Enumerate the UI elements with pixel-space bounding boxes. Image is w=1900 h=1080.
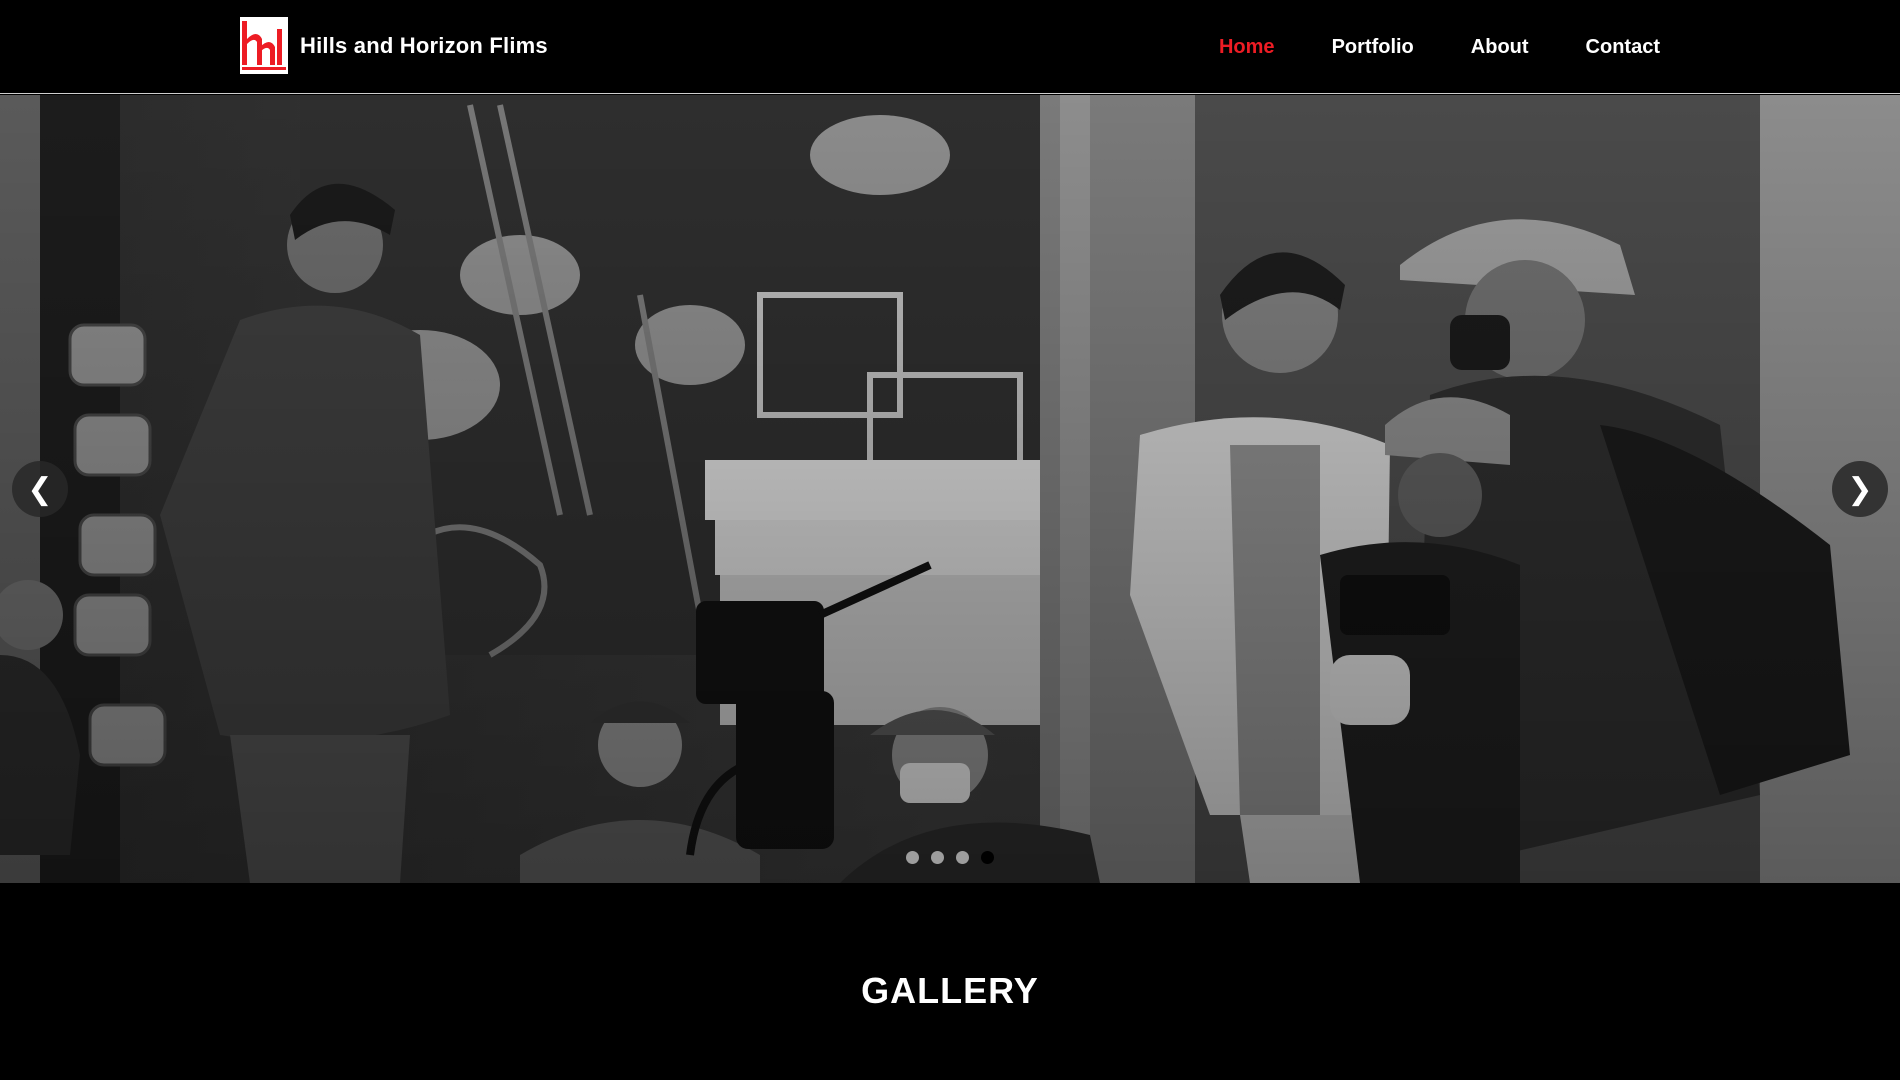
- hero-carousel: ❮ ❯: [0, 95, 1900, 883]
- top-navbar: Hills and Horizon Flims Home Portfolio A…: [0, 0, 1900, 94]
- carousel-next-button[interactable]: ❯: [1832, 461, 1888, 517]
- carousel-indicators: [0, 851, 1900, 864]
- carousel-indicator-4[interactable]: [981, 851, 994, 864]
- carousel-indicator-2[interactable]: [931, 851, 944, 864]
- carousel-indicator-1[interactable]: [906, 851, 919, 864]
- brand-link[interactable]: Hills and Horizon Flims: [240, 17, 548, 74]
- nav-link-contact[interactable]: Contact: [1586, 36, 1660, 59]
- nav-link-about[interactable]: About: [1471, 36, 1529, 59]
- brand-name: Hills and Horizon Flims: [300, 32, 548, 58]
- nav-link-home[interactable]: Home: [1219, 36, 1275, 59]
- hh-films-logo-icon: [240, 17, 288, 74]
- nav-link-portfolio[interactable]: Portfolio: [1332, 36, 1414, 59]
- gallery-heading: GALLERY: [861, 970, 1039, 1011]
- carousel-indicator-3[interactable]: [956, 851, 969, 864]
- carousel-prev-button[interactable]: ❮: [12, 461, 68, 517]
- nav-menu: Home Portfolio About Contact: [1162, 0, 1660, 94]
- carousel-slide-image: [0, 95, 1900, 883]
